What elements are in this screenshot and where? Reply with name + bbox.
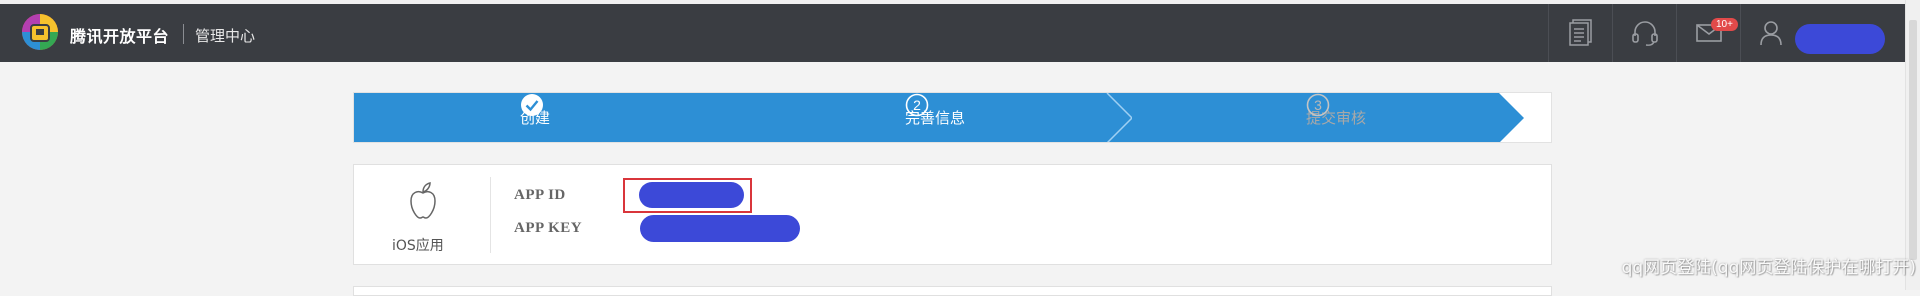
messages-button[interactable]: 10+	[1676, 4, 1740, 62]
step-number-3: 3	[1314, 97, 1322, 113]
brand-title[interactable]: 腾讯开放平台	[70, 23, 169, 47]
page-scrollbar[interactable]	[1905, 0, 1920, 290]
watermark-text: qq网页登陆(qq网页登陆保护在哪打开)	[1621, 258, 1916, 278]
platform-label: iOS应用	[392, 238, 444, 254]
step-create: 创建	[520, 93, 550, 142]
step-number-3-icon: 3	[1306, 93, 1330, 117]
card-divider	[490, 177, 491, 253]
docs-icon	[1568, 19, 1592, 46]
app-info-card: iOS应用 APP ID APP KEY	[353, 164, 1552, 265]
app-id-highlight-box	[623, 178, 752, 213]
step-number-2: 2	[913, 97, 921, 113]
apple-icon	[410, 182, 436, 219]
app-id-label: APP ID	[514, 187, 566, 203]
app-key-value-redacted	[640, 215, 800, 242]
message-count-badge: 10+	[1711, 18, 1738, 31]
next-section-card	[353, 286, 1552, 296]
check-circle-icon	[521, 94, 543, 116]
username-redacted[interactable]	[1795, 24, 1885, 54]
brand-divider	[183, 24, 184, 44]
user-icon	[1760, 21, 1782, 46]
section-title[interactable]: 管理中心	[195, 25, 255, 46]
docs-button[interactable]	[1548, 4, 1612, 62]
scrollbar-thumb[interactable]	[1909, 20, 1917, 260]
tencent-open-platform-logo[interactable]	[20, 12, 60, 52]
progress-steps: 创建 2 完善信息 3 提交审核	[353, 92, 1552, 143]
step-number-2-icon: 2	[905, 93, 929, 117]
step-submit-review: 3 提交审核	[1306, 93, 1366, 142]
top-nav-bar: 腾讯开放平台 管理中心 10+	[0, 0, 1905, 62]
step-complete-info: 2 完善信息	[905, 93, 965, 142]
support-button[interactable]	[1612, 4, 1676, 62]
support-headset-icon	[1631, 21, 1658, 46]
app-key-label: APP KEY	[514, 220, 583, 236]
